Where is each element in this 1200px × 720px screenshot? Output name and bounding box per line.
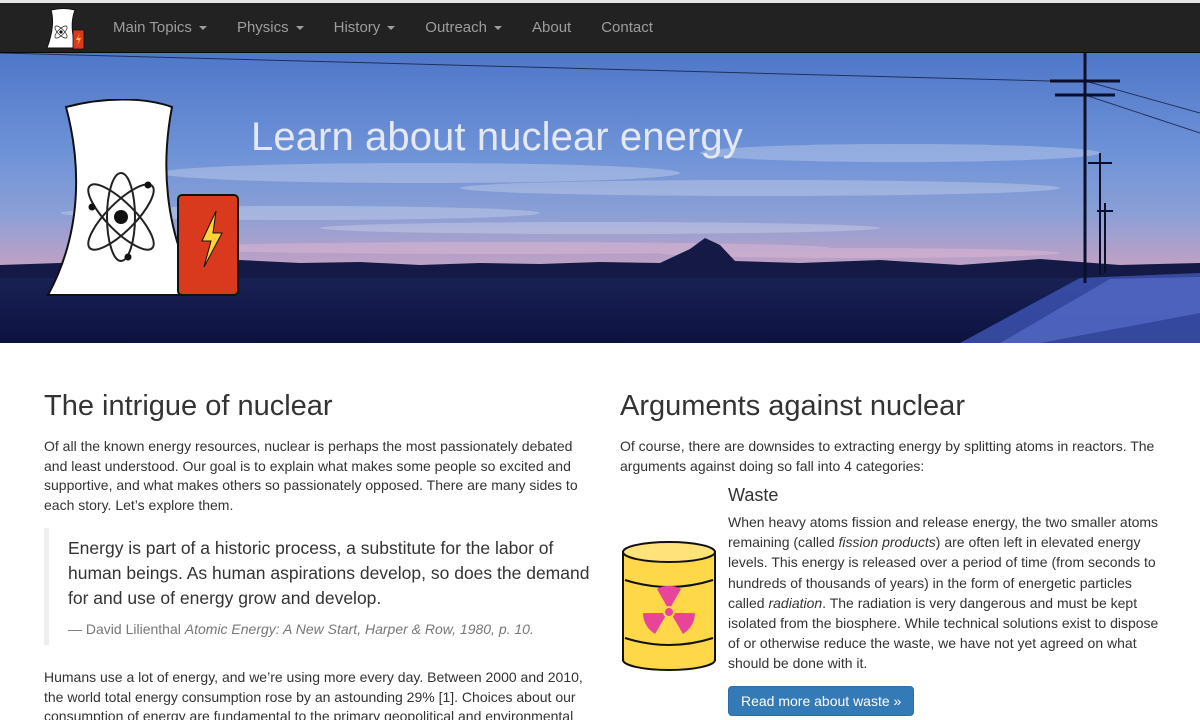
nav-outreach[interactable]: Outreach [410, 3, 517, 53]
quote-source: Atomic Energy: A New Start, Harper & Row… [184, 621, 534, 637]
radioactive-barrel-icon [622, 541, 716, 671]
nav-history[interactable]: History [319, 3, 411, 53]
waste-term-fission-products: fission products [838, 534, 936, 551]
nav-about-label: About [532, 19, 572, 36]
nav-physics[interactable]: Physics [222, 3, 319, 53]
arguments-intro: Of course, there are downsides to extrac… [620, 438, 1155, 474]
waste-term-radiation: radiation [768, 594, 823, 611]
nav-physics-label: Physics [236, 19, 289, 36]
nav-main-topics-label: Main Topics [113, 19, 192, 36]
caret-down-icon [198, 26, 207, 30]
energy-use-paragraph: Humans use a lot of energy, and we’re us… [44, 669, 583, 720]
caret-down-icon [295, 26, 304, 30]
nav-outreach-label: Outreach [425, 19, 487, 36]
main-nav: Main Topics Physics History Outreach Abo… [98, 3, 668, 53]
hero-title: Learn about nuclear energy [251, 115, 743, 159]
nav-about[interactable]: About [517, 3, 586, 53]
nav-history-label: History [333, 19, 381, 36]
site-logo-icon[interactable] [45, 8, 85, 50]
read-more-waste-button[interactable]: Read more about waste » [728, 685, 915, 716]
arguments-section: Arguments against nuclear Of course, the… [620, 388, 1170, 716]
quote-text: Energy is part of a historic process, a … [68, 538, 590, 608]
cooling-tower-atom-icon [46, 99, 239, 296]
waste-text: When heavy atoms fission and release ene… [728, 512, 1168, 674]
nav-contact[interactable]: Contact [586, 3, 668, 53]
waste-block: Waste When heavy atoms fission and relea… [728, 485, 1168, 716]
top-navbar: Main Topics Physics History Outreach Abo… [0, 0, 1200, 53]
intrigue-heading: The intrigue of nuclear [44, 390, 333, 422]
intrigue-section: The intrigue of nuclear Of all the known… [44, 388, 594, 720]
caret-down-icon [387, 26, 396, 30]
arguments-heading: Arguments against nuclear [620, 390, 965, 422]
quote-author: — David Lilienthal [68, 621, 181, 637]
caret-down-icon [494, 26, 502, 30]
nav-contact-label: Contact [601, 19, 653, 36]
hero-banner: Learn about nuclear energy [0, 53, 1200, 343]
nav-main-topics[interactable]: Main Topics [98, 3, 222, 53]
quote-footer: — David Lilienthal Atomic Energy: A New … [68, 621, 594, 637]
waste-title: Waste [728, 485, 779, 505]
intrigue-intro: Of all the known energy resources, nucle… [44, 438, 578, 513]
lilienthal-quote: Energy is part of a historic process, a … [44, 528, 594, 645]
